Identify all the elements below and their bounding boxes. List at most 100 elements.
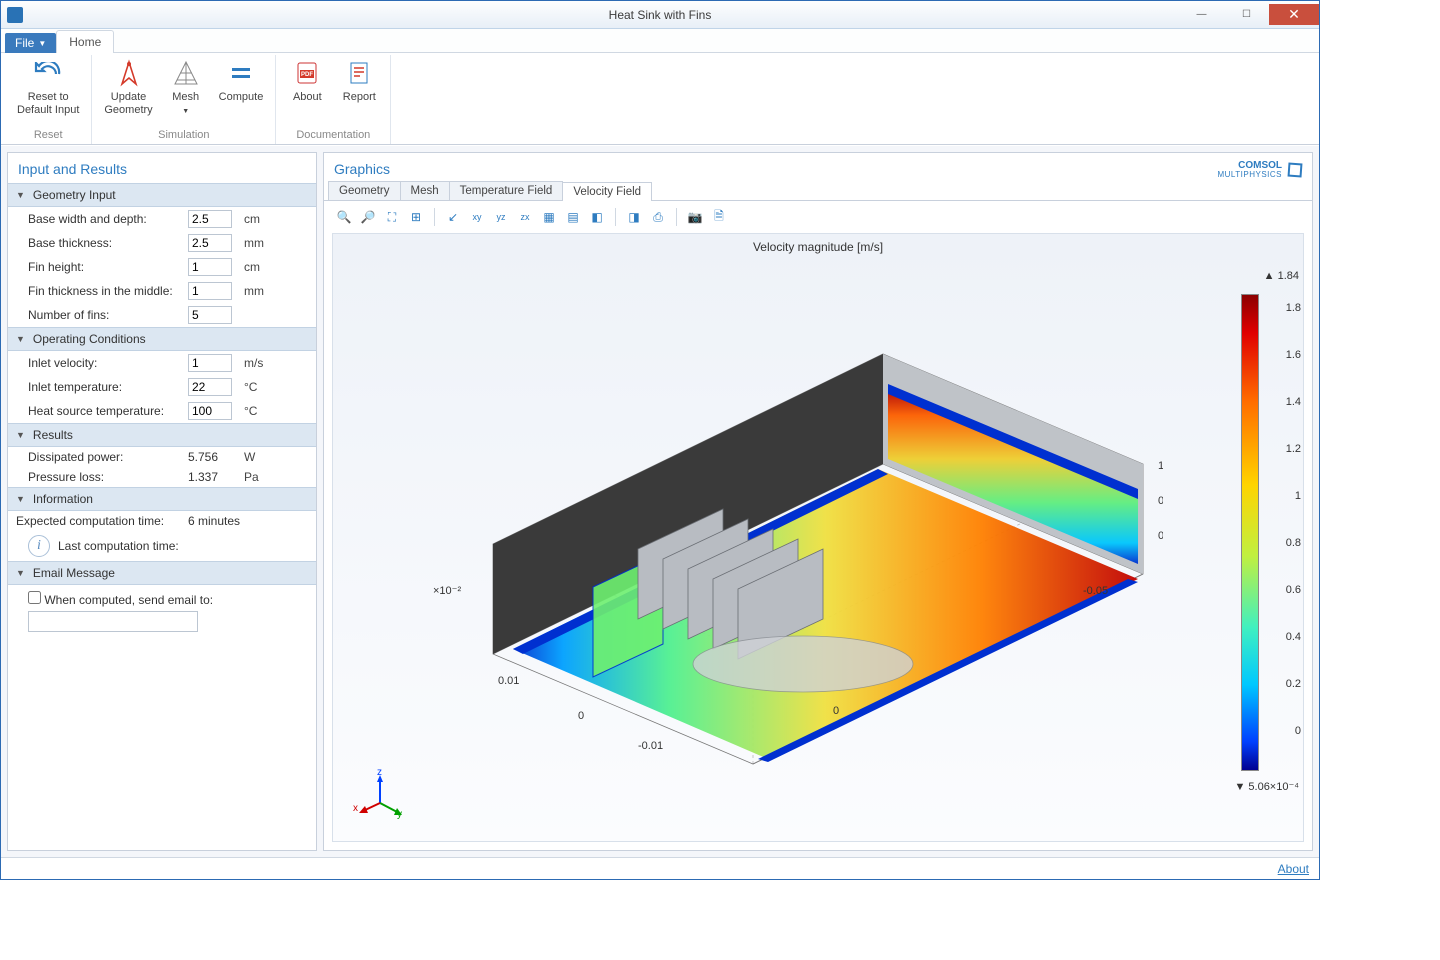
field-label: Fin height:	[28, 260, 188, 274]
field-label: Number of fins:	[28, 308, 188, 322]
group-label-simulation: Simulation	[158, 127, 209, 144]
field-label: Heat source temperature:	[28, 404, 188, 418]
section-results[interactable]: ▼Results	[8, 423, 316, 447]
row-expected-time: Expected computation time:6 minutes	[8, 511, 316, 531]
section-label: Geometry Input	[33, 188, 116, 202]
section-label: Operating Conditions	[33, 332, 146, 346]
tab-home[interactable]: Home	[56, 30, 114, 53]
maximize-button[interactable]: ☐	[1224, 4, 1269, 25]
ribbon-group-documentation: PDF About Report Documentation	[276, 55, 391, 144]
colorbar-tick: 0.6	[1286, 584, 1301, 596]
view-yz-icon[interactable]: yz	[491, 207, 511, 227]
svg-text:0: 0	[578, 710, 584, 722]
tab-geometry[interactable]: Geometry	[328, 181, 401, 200]
compass-icon	[113, 57, 145, 89]
zoom-extents-icon[interactable]: ⊞	[406, 207, 426, 227]
info-icon[interactable]: i	[28, 535, 50, 557]
section-email[interactable]: ▼Email Message	[8, 561, 316, 585]
plot-title: Velocity magnitude [m/s]	[753, 240, 883, 254]
separator	[615, 208, 616, 226]
print-icon[interactable]: ⎙	[648, 207, 668, 227]
mesh-button[interactable]: Mesh▼	[161, 55, 211, 127]
field-label: Pressure loss:	[28, 470, 188, 484]
send-email-checkbox[interactable]	[28, 591, 41, 604]
unit-label: cm	[244, 212, 274, 226]
main-area: Input and Results ▼Geometry Input Base w…	[1, 145, 1319, 857]
compute-button[interactable]: Compute	[213, 55, 270, 127]
row-dissipated-power: Dissipated power:5.756W	[8, 447, 316, 467]
chevron-down-icon: ▼	[16, 334, 25, 344]
svg-text:PDF: PDF	[301, 72, 313, 78]
colorbar-tick: 0.8	[1286, 537, 1301, 549]
svg-text:×10⁻²: ×10⁻²	[433, 585, 461, 597]
colorbar-tick: 1.4	[1286, 396, 1301, 408]
tab-mesh[interactable]: Mesh	[400, 181, 450, 200]
separator	[434, 208, 435, 226]
field-label: Inlet velocity:	[28, 356, 188, 370]
field-label: Base thickness:	[28, 236, 188, 250]
row-num-fins: Number of fins:	[8, 303, 316, 327]
chevron-down-icon: ▼	[16, 494, 25, 504]
tab-temperature-field[interactable]: Temperature Field	[449, 181, 564, 200]
ribbon-group-simulation: Update Geometry Mesh▼ Compute Simulation	[92, 55, 276, 144]
section-information[interactable]: ▼Information	[8, 487, 316, 511]
select-icon[interactable]: ◨	[624, 207, 644, 227]
colorbar-tick: 1.6	[1286, 349, 1301, 361]
wireframe-icon[interactable]: ▤	[563, 207, 583, 227]
export-icon[interactable]: 🗎	[709, 207, 729, 227]
brand-logo: COMSOL MULTIPHYSICS	[1217, 155, 1312, 179]
section-geometry-input[interactable]: ▼ Geometry Input	[8, 183, 316, 207]
email-input[interactable]	[28, 611, 198, 632]
about-button[interactable]: PDF About	[282, 55, 332, 127]
reset-default-button[interactable]: Reset to Default Input	[11, 55, 85, 127]
snapshot-icon[interactable]: 📷	[685, 207, 705, 227]
field-label: Last computation time:	[58, 539, 179, 553]
value-label: 1.337	[188, 470, 232, 484]
transparency-icon[interactable]: ▦	[539, 207, 559, 227]
section-operating-conditions[interactable]: ▼ Operating Conditions	[8, 327, 316, 351]
fin-height-input[interactable]	[188, 258, 232, 276]
svg-text:-0.01: -0.01	[638, 740, 663, 752]
view-xy-icon[interactable]: xy	[467, 207, 487, 227]
zoom-in-icon[interactable]: 🔍	[334, 207, 354, 227]
heat-source-temperature-input[interactable]	[188, 402, 232, 420]
view-default-icon[interactable]: ↙	[443, 207, 463, 227]
unit-label: mm	[244, 284, 274, 298]
base-width-input[interactable]	[188, 210, 232, 228]
update-geom-label: Update Geometry	[104, 91, 152, 116]
file-menu-button[interactable]: File ▼	[5, 33, 56, 53]
brand-bottom: MULTIPHYSICS	[1217, 171, 1282, 179]
close-button[interactable]: ✕	[1269, 4, 1319, 25]
num-fins-input[interactable]	[188, 306, 232, 324]
file-label: File	[15, 36, 34, 50]
scene-light-icon[interactable]: ◧	[587, 207, 607, 227]
axis-x-label: x	[353, 803, 358, 814]
about-link[interactable]: About	[1278, 862, 1309, 876]
scene-3d: ×10⁻² 0.01 0 -0.01 0 -0.05 1 0.5 0	[403, 304, 1163, 774]
zoom-out-icon[interactable]: 🔎	[358, 207, 378, 227]
minimize-button[interactable]: —	[1179, 4, 1224, 25]
view-zx-icon[interactable]: zx	[515, 207, 535, 227]
row-base-thickness: Base thickness:mm	[8, 231, 316, 255]
base-thickness-input[interactable]	[188, 234, 232, 252]
colorbar-tick: 1	[1295, 490, 1301, 502]
row-base-width: Base width and depth:cm	[8, 207, 316, 231]
zoom-box-icon[interactable]: ⛶	[382, 207, 402, 227]
reset-label: Reset to Default Input	[17, 91, 79, 116]
chevron-down-icon: ▼	[16, 190, 25, 200]
colorbar-tick: 1.8	[1286, 302, 1301, 314]
ribbon-tabs: File ▼ Home	[1, 29, 1319, 53]
section-label: Email Message	[33, 566, 115, 580]
unit-label: °C	[244, 380, 274, 394]
email-checkbox-label: When computed, send email to:	[28, 593, 213, 607]
inlet-velocity-input[interactable]	[188, 354, 232, 372]
svg-text:0.5: 0.5	[1158, 495, 1163, 507]
plot-area[interactable]: Velocity magnitude [m/s]	[332, 233, 1304, 842]
row-fin-thickness: Fin thickness in the middle:mm	[8, 279, 316, 303]
report-button[interactable]: Report	[334, 55, 384, 127]
inlet-temperature-input[interactable]	[188, 378, 232, 396]
fin-thickness-input[interactable]	[188, 282, 232, 300]
update-geometry-button[interactable]: Update Geometry	[98, 55, 158, 127]
tab-velocity-field[interactable]: Velocity Field	[562, 182, 652, 201]
app-window: Heat Sink with Fins — ☐ ✕ File ▼ Home Re…	[0, 0, 1320, 880]
